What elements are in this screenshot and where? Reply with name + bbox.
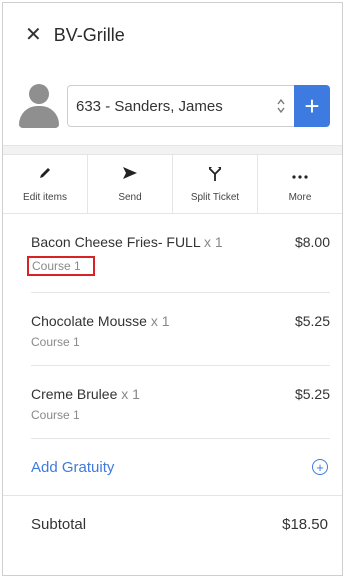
split-icon <box>208 166 222 186</box>
order-item[interactable]: Chocolate Mousse x 1 $5.25 Course 1 <box>31 293 330 366</box>
page-title: BV-Grille <box>53 24 125 45</box>
avatar-icon <box>19 84 59 128</box>
pencil-icon <box>38 166 52 186</box>
customer-select[interactable]: 633 - Sanders, James <box>67 85 294 127</box>
plus-circle-icon[interactable]: + <box>312 459 328 475</box>
order-item-name: Chocolate Mousse <box>31 313 147 329</box>
sort-arrows-icon <box>276 98 286 114</box>
order-item[interactable]: Creme Brulee x 1 $5.25 Course 1 <box>31 366 330 439</box>
send-icon <box>122 166 138 186</box>
order-item-name-line: Chocolate Mousse x 1 <box>31 313 170 329</box>
order-item-list: Bacon Cheese Fries- FULL x 1 $8.00 Cours… <box>3 214 342 439</box>
order-item-price: $5.25 <box>294 386 330 402</box>
edit-items-button[interactable]: Edit items <box>3 155 88 213</box>
order-item-qty: x 1 <box>150 313 170 329</box>
add-customer-button[interactable]: + <box>294 85 330 127</box>
subtotal-row: Subtotal $18.50 <box>3 496 342 552</box>
header: ✕ BV-Grille <box>3 3 342 67</box>
send-label: Send <box>118 191 142 203</box>
more-button[interactable]: More <box>258 155 342 213</box>
order-item-course: Course 1 <box>31 408 80 422</box>
order-item-name: Bacon Cheese Fries- FULL <box>31 234 201 250</box>
send-button[interactable]: Send <box>88 155 173 213</box>
order-item-course: Course 1 <box>31 335 80 349</box>
split-ticket-button[interactable]: Split Ticket <box>173 155 258 213</box>
order-item-name-line: Bacon Cheese Fries- FULL x 1 <box>31 234 223 250</box>
order-item-qty: x 1 <box>121 386 140 402</box>
order-item-course[interactable]: Course 1 <box>27 256 95 276</box>
section-divider <box>3 145 342 155</box>
order-item[interactable]: Bacon Cheese Fries- FULL x 1 $8.00 Cours… <box>27 214 330 293</box>
more-label: More <box>288 191 312 203</box>
customer-row: 633 - Sanders, James + <box>3 67 342 145</box>
edit-items-label: Edit items <box>23 191 67 203</box>
more-icon <box>292 166 308 186</box>
customer-select-value: 633 - Sanders, James <box>76 97 223 115</box>
action-toolbar: Edit items Send Split Ticket More <box>3 155 342 214</box>
order-panel: ✕ BV-Grille 633 - Sanders, James + Edit … <box>2 2 343 576</box>
close-icon[interactable]: ✕ <box>25 25 42 45</box>
subtotal-label: Subtotal <box>31 515 87 533</box>
split-ticket-label: Split Ticket <box>190 191 240 203</box>
order-item-name-line: Creme Brulee x 1 <box>31 386 140 402</box>
order-item-price: $5.25 <box>294 313 330 329</box>
add-gratuity-row[interactable]: Add Gratuity + <box>3 439 342 496</box>
order-item-name: Creme Brulee <box>31 386 118 402</box>
order-item-price: $8.00 <box>294 234 330 250</box>
add-gratuity-link[interactable]: Add Gratuity <box>31 459 114 476</box>
order-item-qty: x 1 <box>204 234 223 250</box>
subtotal-value: $18.50 <box>282 515 328 533</box>
